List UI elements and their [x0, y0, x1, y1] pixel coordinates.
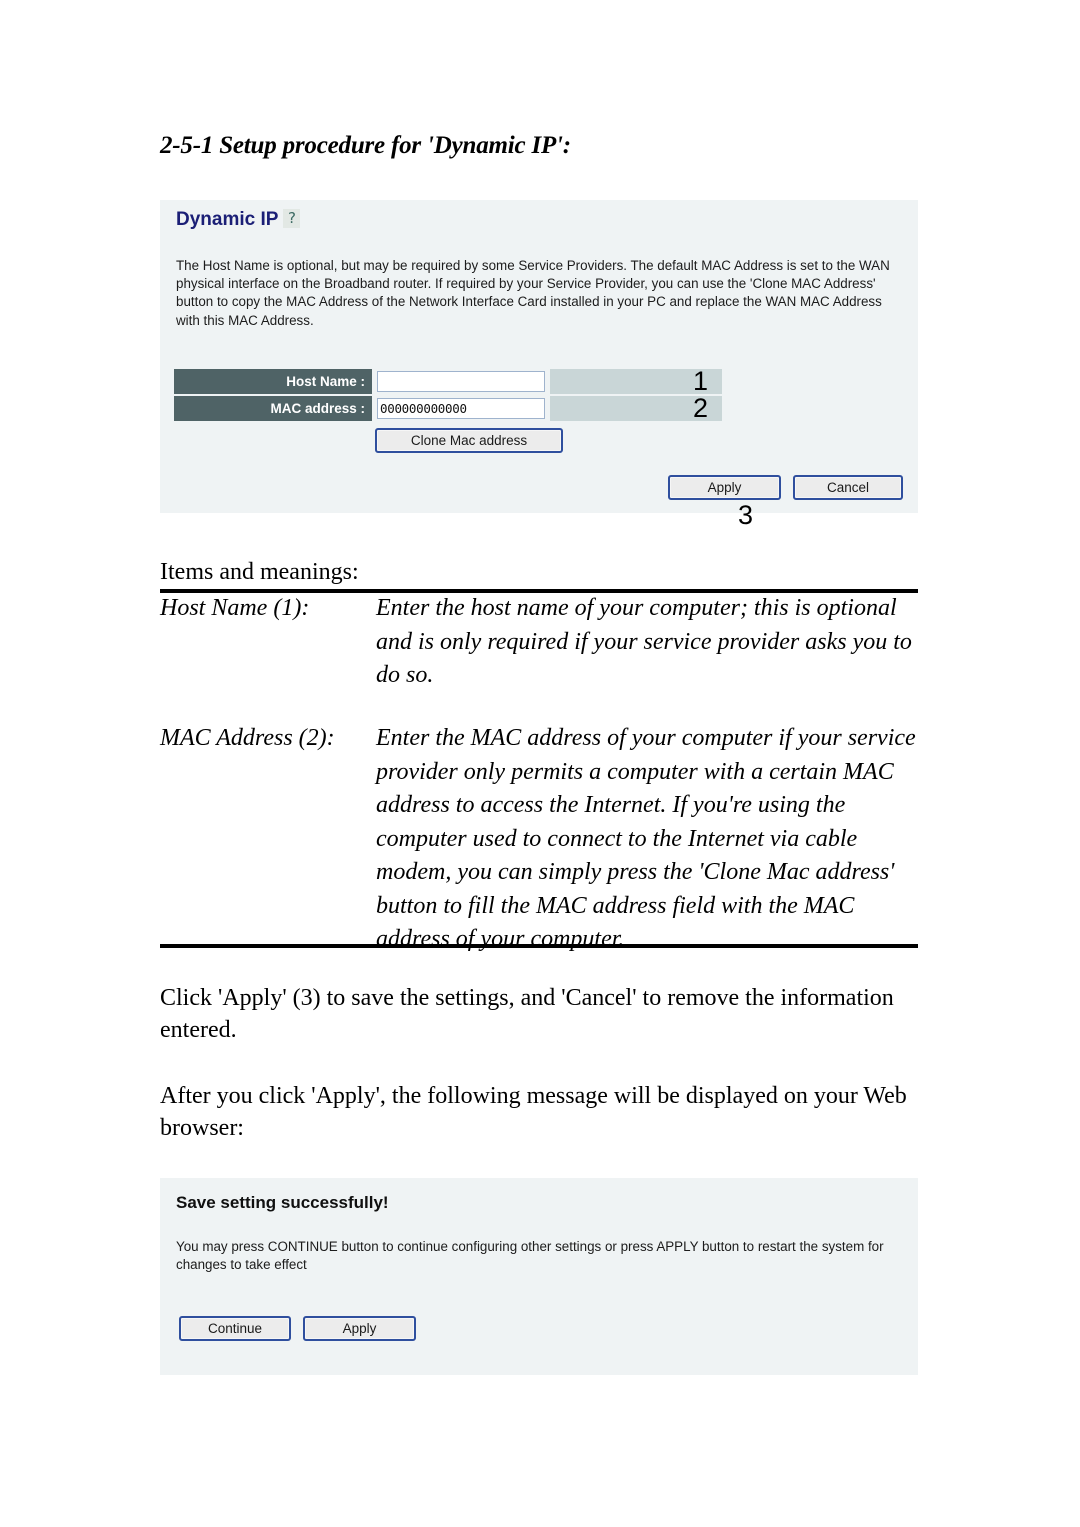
items-and-meanings-heading: Items and meanings:: [160, 559, 359, 585]
cancel-button[interactable]: Cancel: [793, 475, 903, 500]
host-name-annotation-cell: 1: [550, 366, 722, 396]
apply-button[interactable]: Apply: [668, 475, 781, 500]
mac-address-label: MAC address :: [174, 396, 372, 421]
save-setting-panel: Save setting successfully! You may press…: [160, 1178, 918, 1375]
meaning-term: MAC Address (2):: [160, 725, 335, 751]
meaning-definition: Enter the host name of your computer; th…: [376, 595, 912, 688]
save-apply-button[interactable]: Apply: [303, 1316, 416, 1341]
paragraph-click-apply: Click 'Apply' (3) to save the settings, …: [160, 985, 894, 1043]
mac-address-input[interactable]: 000000000000: [377, 398, 545, 419]
save-setting-title: Save setting successfully!: [176, 1193, 389, 1212]
annotation-number-1: 1: [692, 366, 708, 396]
table-rule-bottom: [160, 944, 918, 948]
document-page: 2-5-1 Setup procedure for 'Dynamic IP': …: [0, 0, 1080, 1527]
meaning-definition: Enter the MAC address of your computer i…: [376, 725, 916, 952]
host-name-input[interactable]: [377, 371, 545, 392]
panel-description: The Host Name is optional, but may be re…: [176, 258, 890, 328]
page-title: 2-5-1 Setup procedure for 'Dynamic IP':: [160, 132, 571, 159]
panel-title: Dynamic IP?: [176, 209, 301, 231]
host-name-label: Host Name :: [174, 369, 372, 394]
paragraph-after-apply: After you click 'Apply', the following m…: [160, 1083, 907, 1141]
help-icon: ?: [283, 209, 301, 228]
save-setting-description: You may press CONTINUE button to continu…: [176, 1239, 884, 1273]
annotation-number-2: 2: [692, 393, 708, 423]
continue-button[interactable]: Continue: [179, 1316, 291, 1341]
clone-mac-address-button[interactable]: Clone Mac address: [375, 428, 563, 453]
dynamic-ip-panel: Dynamic IP? The Host Name is optional, b…: [160, 200, 918, 513]
panel-title-label: Dynamic IP: [176, 209, 279, 230]
mac-address-annotation-cell: 2: [550, 393, 722, 423]
annotation-number-3: 3: [738, 500, 754, 530]
meaning-term: Host Name (1):: [160, 595, 310, 621]
